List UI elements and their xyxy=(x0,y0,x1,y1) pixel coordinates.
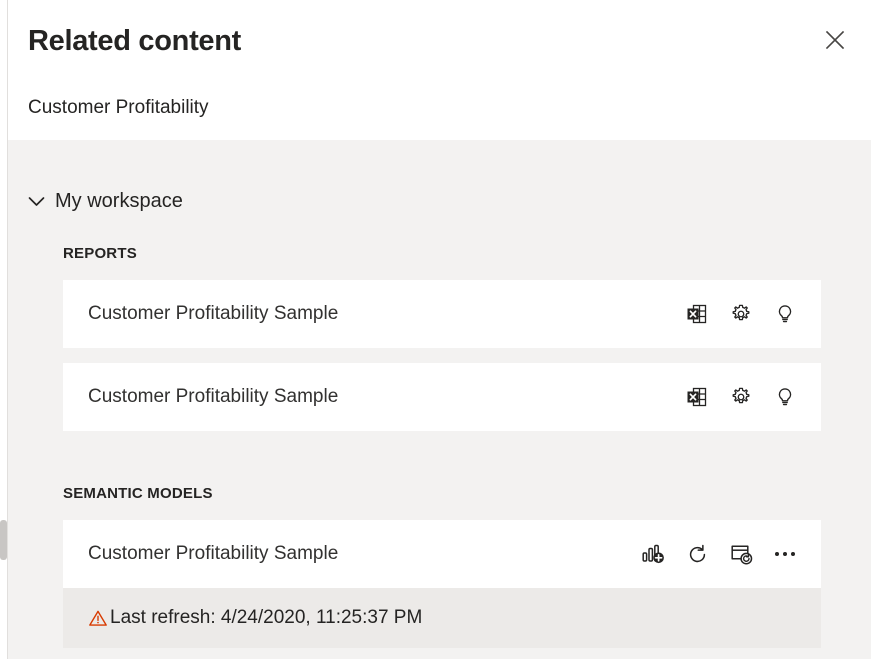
related-content-panel: Related content Customer Profitability M… xyxy=(0,0,871,659)
schedule-refresh-icon xyxy=(729,542,753,566)
row-actions xyxy=(675,375,807,419)
lightbulb-icon xyxy=(774,386,796,408)
analyze-in-excel-button[interactable] xyxy=(675,292,719,336)
page-left-edge xyxy=(0,0,8,659)
workspace-name: My workspace xyxy=(55,190,183,213)
create-report-icon xyxy=(641,542,665,566)
refresh-icon xyxy=(686,543,709,566)
status-badge: Last refresh: 4/24/2020, 11:25:37 PM xyxy=(88,607,422,629)
list-item[interactable]: Customer Profitability Sample xyxy=(63,280,821,348)
settings-button[interactable] xyxy=(719,292,763,336)
more-options-button[interactable] xyxy=(763,532,807,576)
lightbulb-icon xyxy=(774,303,796,325)
analyze-in-excel-button[interactable] xyxy=(675,375,719,419)
warning-icon xyxy=(88,608,108,628)
last-refresh-text: Last refresh: 4/24/2020, 11:25:37 PM xyxy=(110,607,422,629)
report-title: Customer Profitability Sample xyxy=(88,386,338,408)
schedule-refresh-button[interactable] xyxy=(719,532,763,576)
page-scrollbar-thumb[interactable] xyxy=(0,520,7,560)
chevron-down-icon xyxy=(28,196,45,207)
section-header-reports: REPORTS xyxy=(63,245,137,262)
refresh-now-button[interactable] xyxy=(675,532,719,576)
close-button[interactable] xyxy=(817,22,853,58)
workspace-toggle[interactable]: My workspace xyxy=(28,190,183,213)
list-item[interactable]: Customer Profitability Sample xyxy=(63,520,821,588)
create-report-button[interactable] xyxy=(631,532,675,576)
excel-icon xyxy=(685,302,709,326)
insights-button[interactable] xyxy=(763,375,807,419)
section-header-semantic-models: SEMANTIC MODELS xyxy=(63,485,213,502)
panel-body: My workspace REPORTS Customer Profitabil… xyxy=(8,140,871,659)
excel-icon xyxy=(685,385,709,409)
page-title: Related content xyxy=(28,25,241,58)
insights-button[interactable] xyxy=(763,292,807,336)
panel-header: Related content Customer Profitability xyxy=(8,0,871,140)
last-refresh-strip: Last refresh: 4/24/2020, 11:25:37 PM xyxy=(63,588,821,648)
report-title: Customer Profitability Sample xyxy=(88,303,338,325)
row-actions xyxy=(675,292,807,336)
semantic-model-title: Customer Profitability Sample xyxy=(88,543,338,565)
panel-subtitle: Customer Profitability xyxy=(28,97,209,119)
settings-button[interactable] xyxy=(719,375,763,419)
close-icon xyxy=(824,29,846,51)
gear-icon xyxy=(730,303,752,325)
ellipsis-icon xyxy=(775,552,795,556)
gear-icon xyxy=(730,386,752,408)
list-item[interactable]: Customer Profitability Sample xyxy=(63,363,821,431)
row-actions xyxy=(631,532,807,576)
